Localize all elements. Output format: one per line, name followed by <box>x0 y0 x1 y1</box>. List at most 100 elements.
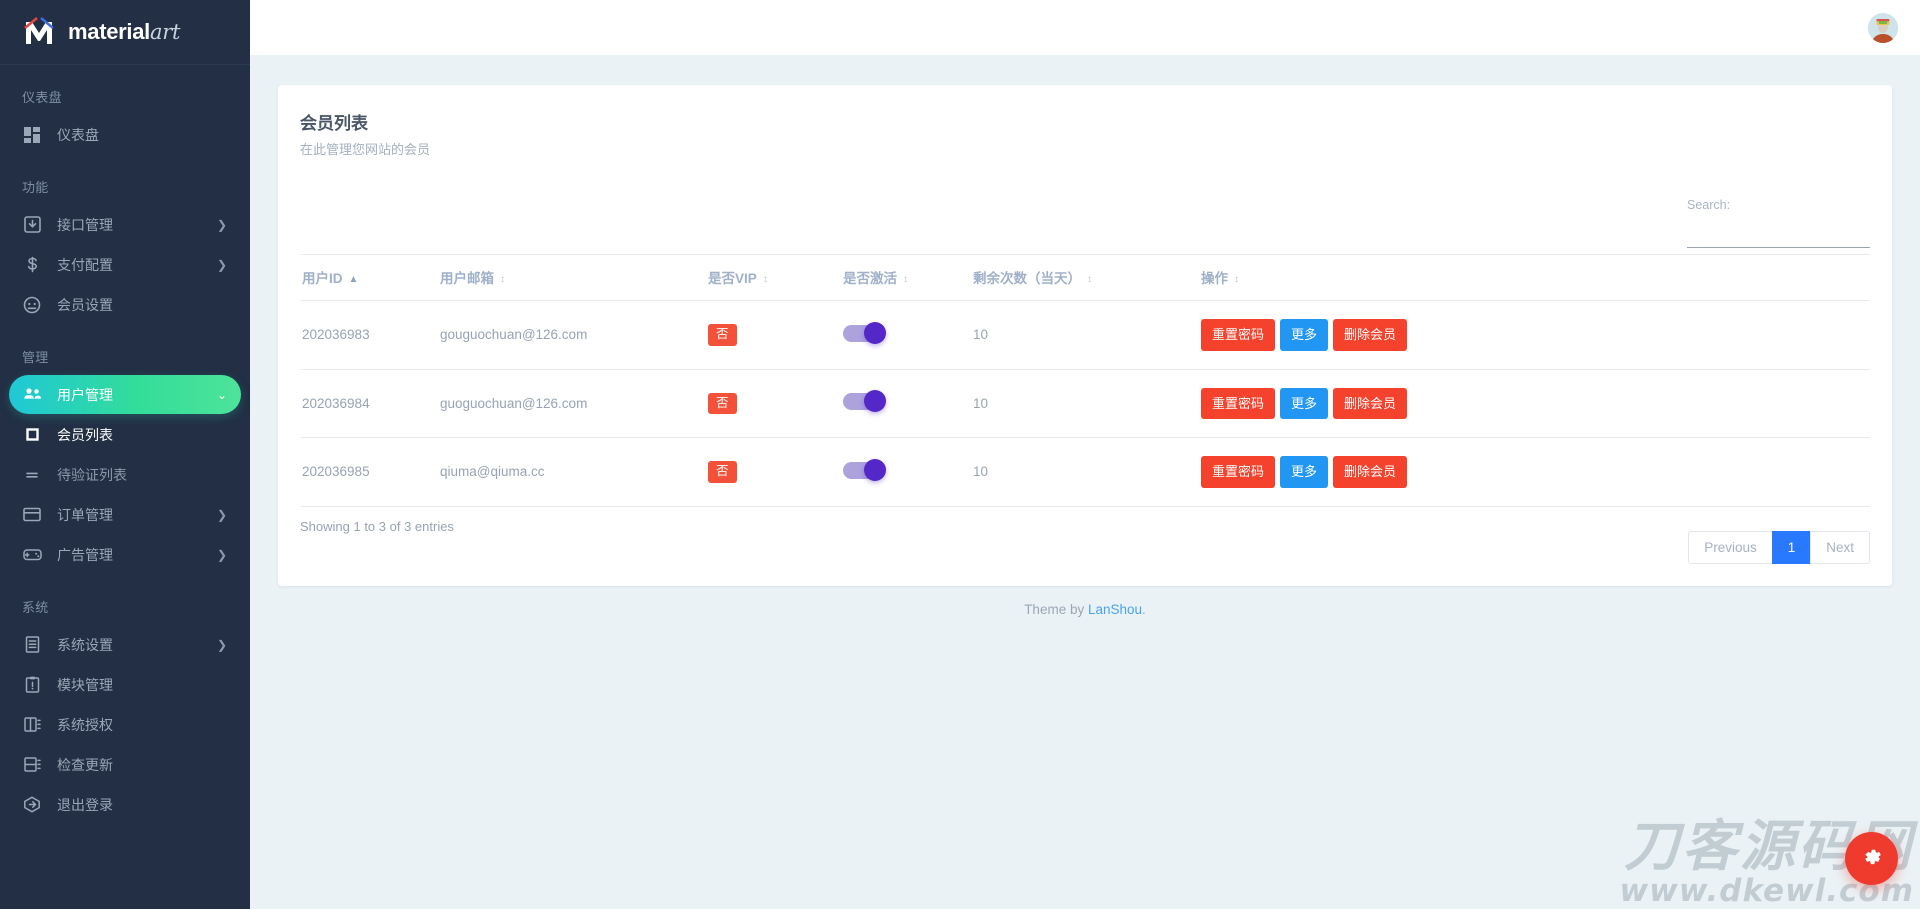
reset-password-button[interactable]: 重置密码 <box>1201 319 1275 351</box>
sidebar-item-label: 系统授权 <box>57 715 227 735</box>
delete-member-button[interactable]: 删除会员 <box>1333 319 1407 351</box>
column-label: 是否激活 <box>843 271 897 286</box>
toggle-knob <box>864 459 886 481</box>
column-header-user-id[interactable]: 用户ID▲ <box>300 255 440 301</box>
column-header-operations[interactable]: 操作 ↕ <box>1201 255 1870 301</box>
sidebar-item-label: 模块管理 <box>57 675 227 695</box>
column-header-email[interactable]: 用户邮箱 ↕ <box>440 255 708 301</box>
cell-is-active <box>843 438 973 507</box>
search-box: Search: <box>1687 198 1870 248</box>
sidebar-item-ad-manage[interactable]: 广告管理 ❯ <box>9 535 241 574</box>
footer-link[interactable]: LanShou <box>1088 602 1142 617</box>
avatar[interactable] <box>1868 13 1898 43</box>
member-list-card: 会员列表 在此管理您网站的会员 Search: 用户ID▲ 用户邮箱↕ <box>278 85 1892 586</box>
layout-refresh-icon <box>21 754 43 776</box>
cell-is-vip: 否 <box>708 438 843 507</box>
logout-icon <box>21 794 43 816</box>
pagination-previous[interactable]: Previous <box>1688 531 1773 564</box>
column-label: 用户邮箱 <box>440 271 494 286</box>
sidebar-item-dashboard[interactable]: 仪表盘 <box>9 115 241 154</box>
column-header-is-active[interactable]: 是否激活↕ <box>843 255 973 301</box>
sidebar-item-member-settings[interactable]: 会员设置 <box>9 285 241 324</box>
sort-both-icon: ↕ <box>1234 275 1239 285</box>
sort-both-icon: ↕ <box>500 275 505 285</box>
reset-password-button[interactable]: 重置密码 <box>1201 456 1275 488</box>
row-actions: 重置密码 更多 删除会员 <box>1201 456 1870 488</box>
brand-logo[interactable]: materialart <box>0 0 250 65</box>
sort-both-icon: ↕ <box>763 275 768 285</box>
search-area: Search: <box>300 198 1870 248</box>
nav-section-dashboard: 仪表盘 <box>0 65 250 114</box>
reset-password-button[interactable]: 重置密码 <box>1201 388 1275 420</box>
cell-user-id: 202036983 <box>300 301 440 370</box>
credit-card-icon <box>21 504 43 526</box>
pagination-next[interactable]: Next <box>1810 531 1870 564</box>
column-label: 操作 <box>1201 271 1228 286</box>
status-badge: 否 <box>708 393 737 415</box>
sidebar-item-logout[interactable]: 退出登录 <box>9 785 241 824</box>
sidebar-item-module-manage[interactable]: 模块管理 <box>9 665 241 704</box>
sidebar-item-label: 检查更新 <box>57 755 227 775</box>
sidebar-item-label: 订单管理 <box>57 505 217 525</box>
cell-remaining: 10 <box>973 438 1201 507</box>
delete-member-button[interactable]: 删除会员 <box>1333 388 1407 420</box>
materialart-logo-icon <box>22 16 56 48</box>
cell-email: guoguochuan@126.com <box>440 369 708 438</box>
pagination-page-1[interactable]: 1 <box>1772 531 1812 564</box>
settings-fab-button[interactable] <box>1845 832 1898 885</box>
brand-name: material <box>68 19 150 44</box>
users-icon <box>21 384 43 406</box>
equals-icon <box>21 464 43 486</box>
nav-section-system: 系统 <box>0 575 250 624</box>
footer-prefix: Theme by <box>1024 602 1088 617</box>
active-toggle[interactable] <box>843 325 885 342</box>
cell-is-active <box>843 301 973 370</box>
sidebar-item-system-settings[interactable]: 系统设置 ❯ <box>9 625 241 664</box>
chevron-right-icon: ❯ <box>217 549 227 561</box>
layout-panel-icon <box>21 714 43 736</box>
table-row: 202036984 guoguochuan@126.com 否 10 重置密码 <box>300 369 1870 438</box>
dollar-icon <box>21 254 43 276</box>
table-row: 202036983 gouguochuan@126.com 否 10 重置密码 <box>300 301 1870 370</box>
sidebar-item-member-list[interactable]: 会员列表 <box>9 415 241 454</box>
sidebar-item-check-update[interactable]: 检查更新 <box>9 745 241 784</box>
sidebar-item-system-auth[interactable]: 系统授权 <box>9 705 241 744</box>
delete-member-button[interactable]: 删除会员 <box>1333 456 1407 488</box>
cell-user-id: 202036985 <box>300 438 440 507</box>
content-area: 会员列表 在此管理您网站的会员 Search: 用户ID▲ 用户邮箱↕ <box>250 55 1920 909</box>
brand-text: materialart <box>68 19 180 45</box>
sidebar-item-order-manage[interactable]: 订单管理 ❯ <box>9 495 241 534</box>
search-input[interactable] <box>1687 226 1870 248</box>
cell-user-id: 202036984 <box>300 369 440 438</box>
sidebar-item-payment-config[interactable]: 支付配置 ❯ <box>9 245 241 284</box>
main-area: 会员列表 在此管理您网站的会员 Search: 用户ID▲ 用户邮箱↕ <box>250 0 1920 909</box>
search-label: Search: <box>1687 198 1870 212</box>
sidebar-item-api-manage[interactable]: 接口管理 ❯ <box>9 205 241 244</box>
column-header-is-vip[interactable]: 是否VIP↕ <box>708 255 843 301</box>
chevron-right-icon: ❯ <box>217 219 227 231</box>
clipboard-alert-icon <box>21 674 43 696</box>
sidebar-item-label: 广告管理 <box>57 545 217 565</box>
sidebar-item-label: 接口管理 <box>57 215 217 235</box>
active-toggle[interactable] <box>843 393 885 410</box>
column-header-remaining[interactable]: 剩余次数（当天）↕ <box>973 255 1201 301</box>
face-circle-icon <box>21 294 43 316</box>
cell-is-active <box>843 369 973 438</box>
more-button[interactable]: 更多 <box>1280 388 1328 420</box>
row-actions: 重置密码 更多 删除会员 <box>1201 388 1870 420</box>
sidebar-item-pending-list[interactable]: 待验证列表 <box>9 455 241 494</box>
chevron-right-icon: ❯ <box>217 509 227 521</box>
nav-section-features: 功能 <box>0 155 250 204</box>
active-toggle[interactable] <box>843 462 885 479</box>
more-button[interactable]: 更多 <box>1280 319 1328 351</box>
footer-suffix: . <box>1142 602 1146 617</box>
cell-is-vip: 否 <box>708 369 843 438</box>
sidebar-item-user-manage[interactable]: 用户管理 ⌄ <box>9 375 241 414</box>
cell-operations: 重置密码 更多 删除会员 <box>1201 369 1870 438</box>
sidebar-item-label: 待验证列表 <box>57 465 227 485</box>
cell-operations: 重置密码 更多 删除会员 <box>1201 438 1870 507</box>
sidebar-item-label: 仪表盘 <box>57 125 227 145</box>
more-button[interactable]: 更多 <box>1280 456 1328 488</box>
toggle-knob <box>864 322 886 344</box>
cell-remaining: 10 <box>973 301 1201 370</box>
